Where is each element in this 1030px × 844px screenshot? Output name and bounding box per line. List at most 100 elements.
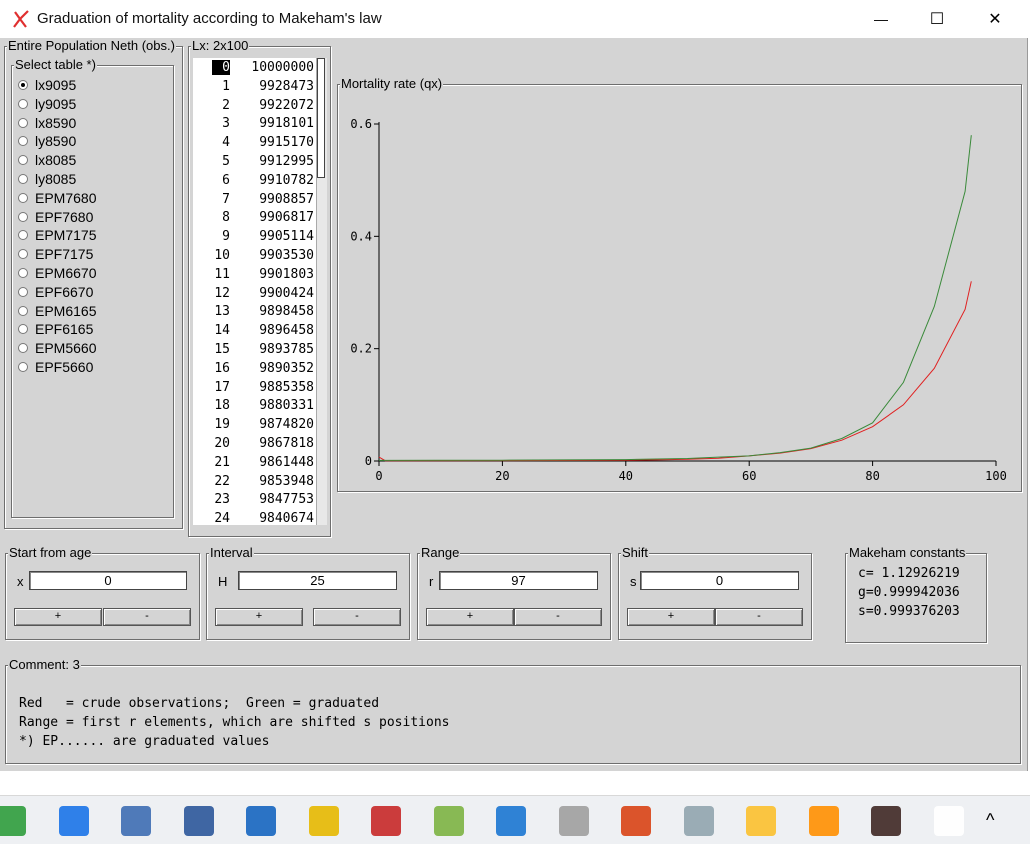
shift-minus-button[interactable]: - — [715, 608, 803, 626]
lx-row[interactable]: 24 9840674 — [193, 509, 316, 525]
formula-icon[interactable] — [246, 806, 276, 836]
shift-plus-button[interactable]: + — [627, 608, 715, 626]
table-option[interactable]: EPM5660 — [18, 339, 96, 357]
radio-button[interactable] — [18, 136, 28, 147]
radio-button[interactable] — [18, 174, 28, 184]
lx-row[interactable]: 23 9847753 — [193, 490, 316, 509]
lx-row[interactable]: 16 9890352 — [193, 359, 316, 378]
table-option[interactable]: ly9095 — [18, 95, 76, 113]
select-table-label: Select table *) — [14, 57, 97, 72]
mail-icon[interactable] — [746, 806, 776, 836]
table-option[interactable]: lx9095 — [18, 76, 76, 94]
shift-input[interactable]: 0 — [640, 571, 799, 590]
table-option[interactable]: lx8085 — [18, 151, 76, 169]
chart-app-icon[interactable] — [308, 806, 339, 836]
lx-scrollbar-thumb[interactable] — [317, 58, 325, 178]
table-option[interactable]: EPF7680 — [18, 208, 93, 226]
radio-button[interactable] — [18, 305, 28, 316]
lx-row[interactable]: 21 9861448 — [193, 453, 316, 472]
lx-row[interactable]: 2 9922072 — [193, 96, 316, 115]
maximize-button[interactable]: ☐ — [909, 0, 965, 38]
table-option[interactable]: EPF6165 — [18, 320, 93, 338]
cart-icon[interactable] — [621, 806, 651, 836]
lx-row[interactable]: 12 9900424 — [193, 284, 316, 303]
makeham-icon[interactable] — [933, 806, 964, 836]
radio-button[interactable] — [18, 362, 28, 372]
lx-row[interactable]: 13 9898458 — [193, 302, 316, 321]
lx-row[interactable]: 10 9903530 — [193, 246, 316, 265]
minimize-button[interactable]: — — [853, 0, 909, 38]
interval-input[interactable]: 25 — [238, 571, 397, 590]
range-input[interactable]: 97 — [439, 571, 598, 590]
table-option[interactable]: EPM7175 — [18, 226, 96, 244]
x-tick-label: 80 — [865, 469, 879, 483]
lx-row[interactable]: 4 9915170 — [193, 133, 316, 152]
calc5-icon[interactable] — [558, 806, 589, 836]
lx-listbox[interactable]: 0 10000000 1 9928473 2 9922072 3 9918101 4 991517… — [193, 58, 316, 525]
table-option[interactable]: EPM7680 — [18, 189, 96, 207]
table-option[interactable]: lx8590 — [18, 114, 76, 132]
x-tick-label: 60 — [742, 469, 756, 483]
radio-button[interactable] — [18, 98, 28, 109]
radio-button[interactable] — [18, 230, 28, 241]
paint-icon[interactable] — [433, 806, 464, 836]
filezilla-icon[interactable] — [371, 806, 401, 836]
range-minus-button[interactable]: - — [514, 608, 602, 626]
lx-value: 9861448 — [259, 454, 314, 470]
lx-row[interactable]: 15 9893785 — [193, 340, 316, 359]
radio-button[interactable] — [18, 343, 28, 354]
radio-button[interactable] — [18, 324, 28, 335]
radio-button[interactable] — [18, 192, 28, 203]
comment-line-3: *) EP...... are graduated values — [19, 734, 270, 749]
window-app-icon[interactable] — [496, 806, 526, 836]
lx-row[interactable]: 14 9896458 — [193, 321, 316, 340]
lx-row[interactable]: 7 9908857 — [193, 190, 316, 209]
ee-icon[interactable] — [871, 806, 901, 836]
table-option[interactable]: EPF5660 — [18, 358, 93, 376]
app-logo-icon — [13, 10, 29, 28]
table-option[interactable]: EPM6670 — [18, 264, 96, 282]
start-age-plus-button[interactable]: + — [14, 608, 102, 626]
edge-icon[interactable] — [0, 806, 26, 836]
word-icon[interactable] — [183, 806, 214, 836]
interval-minus-button[interactable]: - — [313, 608, 401, 626]
table-option[interactable]: ly8590 — [18, 132, 76, 150]
lx-index: 18 — [214, 398, 230, 414]
lx-row[interactable]: 9 9905114 — [193, 227, 316, 246]
start-age-minus-button[interactable]: - — [103, 608, 191, 626]
radio-button[interactable] — [18, 155, 28, 166]
radio-button[interactable] — [18, 117, 28, 128]
notepad-icon[interactable] — [121, 806, 151, 836]
firefox-icon[interactable] — [58, 806, 89, 836]
lx-row[interactable]: 22 9853948 — [193, 472, 316, 491]
start-age-input[interactable]: 0 — [29, 571, 187, 590]
lx-row[interactable]: 19 9874820 — [193, 415, 316, 434]
tray-chevron-icon[interactable]: ^ — [986, 810, 994, 831]
lx-index: 10 — [214, 248, 230, 263]
table-option[interactable]: EPF6670 — [18, 283, 93, 301]
lx-row[interactable]: 0 10000000 — [193, 58, 316, 77]
lx-row[interactable]: 17 9885358 — [193, 378, 316, 397]
lx-row[interactable]: 1 9928473 — [193, 77, 316, 96]
lx-row[interactable]: 18 9880331 — [193, 396, 316, 415]
fire-icon[interactable] — [808, 806, 839, 836]
lambda-icon[interactable] — [683, 806, 714, 836]
radio-button[interactable] — [18, 80, 28, 90]
range-plus-button[interactable]: + — [426, 608, 514, 626]
radio-button[interactable] — [18, 268, 28, 278]
table-option[interactable]: ly8085 — [18, 170, 76, 188]
radio-button[interactable] — [18, 211, 28, 222]
lx-index: 12 — [214, 285, 230, 301]
lx-row[interactable]: 6 9910782 — [193, 171, 316, 190]
radio-button[interactable] — [18, 249, 28, 260]
lx-row[interactable]: 5 9912995 — [193, 152, 316, 171]
interval-plus-button[interactable]: + — [215, 608, 303, 626]
lx-row[interactable]: 8 9906817 — [193, 208, 316, 227]
lx-row[interactable]: 3 9918101 — [193, 114, 316, 133]
lx-row[interactable]: 20 9867818 — [193, 434, 316, 453]
table-option[interactable]: EPF7175 — [18, 245, 93, 263]
close-button[interactable]: ✕ — [967, 0, 1023, 38]
lx-row[interactable]: 11 9901803 — [193, 265, 316, 284]
table-option[interactable]: EPM6165 — [18, 302, 96, 320]
radio-button[interactable] — [18, 286, 28, 297]
